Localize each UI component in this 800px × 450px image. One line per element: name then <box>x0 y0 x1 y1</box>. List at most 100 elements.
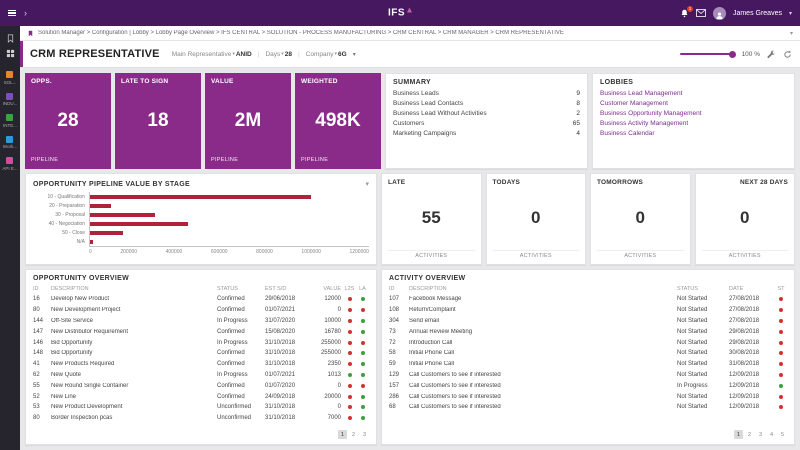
sidebar-item[interactable]: INDU... <box>3 93 18 107</box>
chart-bar[interactable] <box>90 231 123 235</box>
filters-caret-icon[interactable]: ▾ <box>353 51 356 58</box>
table-row[interactable]: 157 Call Customers to see if interested … <box>389 380 787 391</box>
table-row[interactable]: 304 Send email Not Started 27/08/2018 <box>389 316 787 327</box>
summary-label: Business Leads <box>393 90 576 97</box>
activity-stat-card[interactable]: NEXT 28 DAYS 0 ACTIVITIES <box>695 173 796 265</box>
table-row[interactable]: 53 New Product Development Unconfirmed 3… <box>33 402 369 413</box>
cell-id: 108 <box>389 307 409 313</box>
kpi-card[interactable]: LATE TO SIGN 18 <box>115 73 201 169</box>
pagination-page[interactable]: 3 <box>360 430 369 439</box>
hamburger-menu-icon[interactable] <box>8 10 16 17</box>
lobby-link[interactable]: Business Opportunity Management <box>600 110 787 117</box>
pagination-page[interactable]: 3 <box>756 430 765 439</box>
col-header-date[interactable]: DATE <box>729 286 775 292</box>
filter-segment[interactable]: Days ▾ 28 <box>252 51 292 58</box>
kpi-card[interactable]: OPPS. 28 PIPELINE <box>25 73 111 169</box>
table-row[interactable]: 80 New Development Project Confirmed 01/… <box>33 305 369 316</box>
table-row[interactable]: 41 New Products Required Confirmed 31/10… <box>33 359 369 370</box>
pagination-page[interactable]: 4 <box>767 430 776 439</box>
pagination-page[interactable]: 1 <box>338 430 347 439</box>
table-row[interactable]: 144 Off-Site Service In Progress 31/07/2… <box>33 316 369 327</box>
chart-bar[interactable] <box>90 240 93 244</box>
table-row[interactable]: 146 Bid Opportunity In Progress 31/10/20… <box>33 337 369 348</box>
refresh-icon[interactable] <box>783 50 792 59</box>
col-header-est-sd[interactable]: EST S/D <box>265 286 309 292</box>
table-row[interactable]: 148 Bid Opportunity Confirmed 31/10/2018… <box>33 348 369 359</box>
table-row[interactable]: 62 New Quote In Progress 01/07/2021 1013 <box>33 370 369 381</box>
chart-bar[interactable] <box>90 213 155 217</box>
table-row[interactable]: 80 Border Inspection pcas Unconfirmed 31… <box>33 413 369 424</box>
col-header-st[interactable]: ST <box>775 286 787 292</box>
pagination-page[interactable]: 2 <box>349 430 358 439</box>
cell-description: Initial Phone Call <box>409 361 677 367</box>
breadcrumb-caret-icon[interactable]: ▾ <box>790 30 793 37</box>
inbox-button[interactable] <box>696 9 706 17</box>
table-row[interactable]: 55 New Round Single Container Confirmed … <box>33 380 369 391</box>
col-header-id[interactable]: ID <box>389 286 409 292</box>
chart-bar[interactable] <box>90 195 311 199</box>
col-header-id[interactable]: ID <box>33 286 51 292</box>
cell-value: 7000 <box>309 415 343 421</box>
bookmark-icon[interactable] <box>6 34 15 43</box>
zoom-slider-thumb[interactable] <box>729 51 736 58</box>
col-header-value[interactable]: VALUE <box>309 286 343 292</box>
col-header-la[interactable]: LA <box>356 286 369 292</box>
table-row[interactable]: 68 Call Customers to see if interested N… <box>389 402 787 413</box>
activity-stat-card[interactable]: TODAYS 0 ACTIVITIES <box>486 173 587 265</box>
collapse-chevron-icon[interactable]: ▾ <box>365 180 369 188</box>
cell-st <box>775 297 787 301</box>
lobby-link[interactable]: Customer Management <box>600 100 787 107</box>
col-header-l2s[interactable]: L2S <box>343 286 356 292</box>
filter-segment[interactable]: Company ▾ 6G <box>292 51 347 58</box>
chart-bar[interactable] <box>90 204 111 208</box>
pagination-page[interactable]: 2 <box>745 430 754 439</box>
table-row[interactable]: 72 Introduction Call Not Started 29/08/2… <box>389 337 787 348</box>
notifications-button[interactable]: 1 <box>680 9 689 18</box>
table-row[interactable]: 59 Initial Phone Call Not Started 31/08/… <box>389 359 787 370</box>
kpi-card[interactable]: WEIGHTED 498K PIPELINE <box>295 73 381 169</box>
wrench-icon[interactable] <box>767 50 776 59</box>
kpi-card[interactable]: VALUE 2M PIPELINE <box>205 73 291 169</box>
table-row[interactable]: 147 New Distributor Requirement Confirme… <box>33 326 369 337</box>
lobby-link[interactable]: Business Activity Management <box>600 120 787 127</box>
col-header-description[interactable]: DESCRIPTION <box>409 286 677 292</box>
sidebar-item[interactable]: Work... <box>3 136 17 150</box>
user-menu-caret-icon[interactable]: ▾ <box>789 10 792 17</box>
pagination-page[interactable]: 5 <box>778 430 787 439</box>
cell-description: Off-Site Service <box>51 318 217 324</box>
table-row[interactable]: 16 Develop New Product Confirmed 29/06/2… <box>33 294 369 305</box>
lobby-bookmark-icon[interactable] <box>27 30 34 37</box>
table-row[interactable]: 108 Return/Complaint Not Started 27/08/2… <box>389 305 787 316</box>
pagination-page[interactable]: 1 <box>734 430 743 439</box>
table-row[interactable]: 52 New Line Confirmed 24/09/2018 20000 <box>33 391 369 402</box>
sidebar-item[interactable]: INTE... <box>3 114 17 128</box>
sidebar-item[interactable]: SOL... <box>4 71 17 85</box>
lobby-link[interactable]: Business Lead Management <box>600 90 787 97</box>
sidebar-item[interactable]: API E... <box>2 157 17 171</box>
filter-segment[interactable]: Main Representative ▾ ANID <box>172 51 252 58</box>
chart-bar[interactable] <box>90 222 188 226</box>
table-row[interactable]: 73 Annual Review Meeting Not Started 29/… <box>389 326 787 337</box>
user-name[interactable]: James Greaves <box>733 10 782 17</box>
filter-value: 28 <box>285 51 292 58</box>
cell-date: 12/09/2018 <box>729 372 775 378</box>
table-row[interactable]: 107 Facebook Message Not Started 27/08/2… <box>389 294 787 305</box>
zoom-slider[interactable] <box>680 53 735 55</box>
col-header-description[interactable]: DESCRIPTION <box>51 286 217 292</box>
status-indicator-dot <box>779 373 783 377</box>
breadcrumb[interactable]: Solution Manager > Configuration | Lobby… <box>38 30 564 36</box>
col-header-status[interactable]: STATUS <box>677 286 729 292</box>
opportunity-pagination: 123 <box>33 427 369 439</box>
cell-status: In Progress <box>217 318 265 324</box>
activity-stat-card[interactable]: TOMORROWS 0 ACTIVITIES <box>590 173 691 265</box>
lobby-link[interactable]: Business Calendar <box>600 130 787 137</box>
table-row[interactable]: 286 Call Customers to see if interested … <box>389 391 787 402</box>
col-header-status[interactable]: STATUS <box>217 286 265 292</box>
avatar[interactable] <box>713 7 726 20</box>
activity-stat-card[interactable]: LATE 55 ACTIVITIES <box>381 173 482 265</box>
cell-value: 0 <box>309 383 343 389</box>
table-row[interactable]: 58 Initial Phone Call Not Started 30/08/… <box>389 348 787 359</box>
table-row[interactable]: 129 Call Customers to see if interested … <box>389 370 787 381</box>
apps-grid-icon[interactable] <box>6 49 15 58</box>
chevron-right-icon[interactable]: › <box>24 9 27 18</box>
